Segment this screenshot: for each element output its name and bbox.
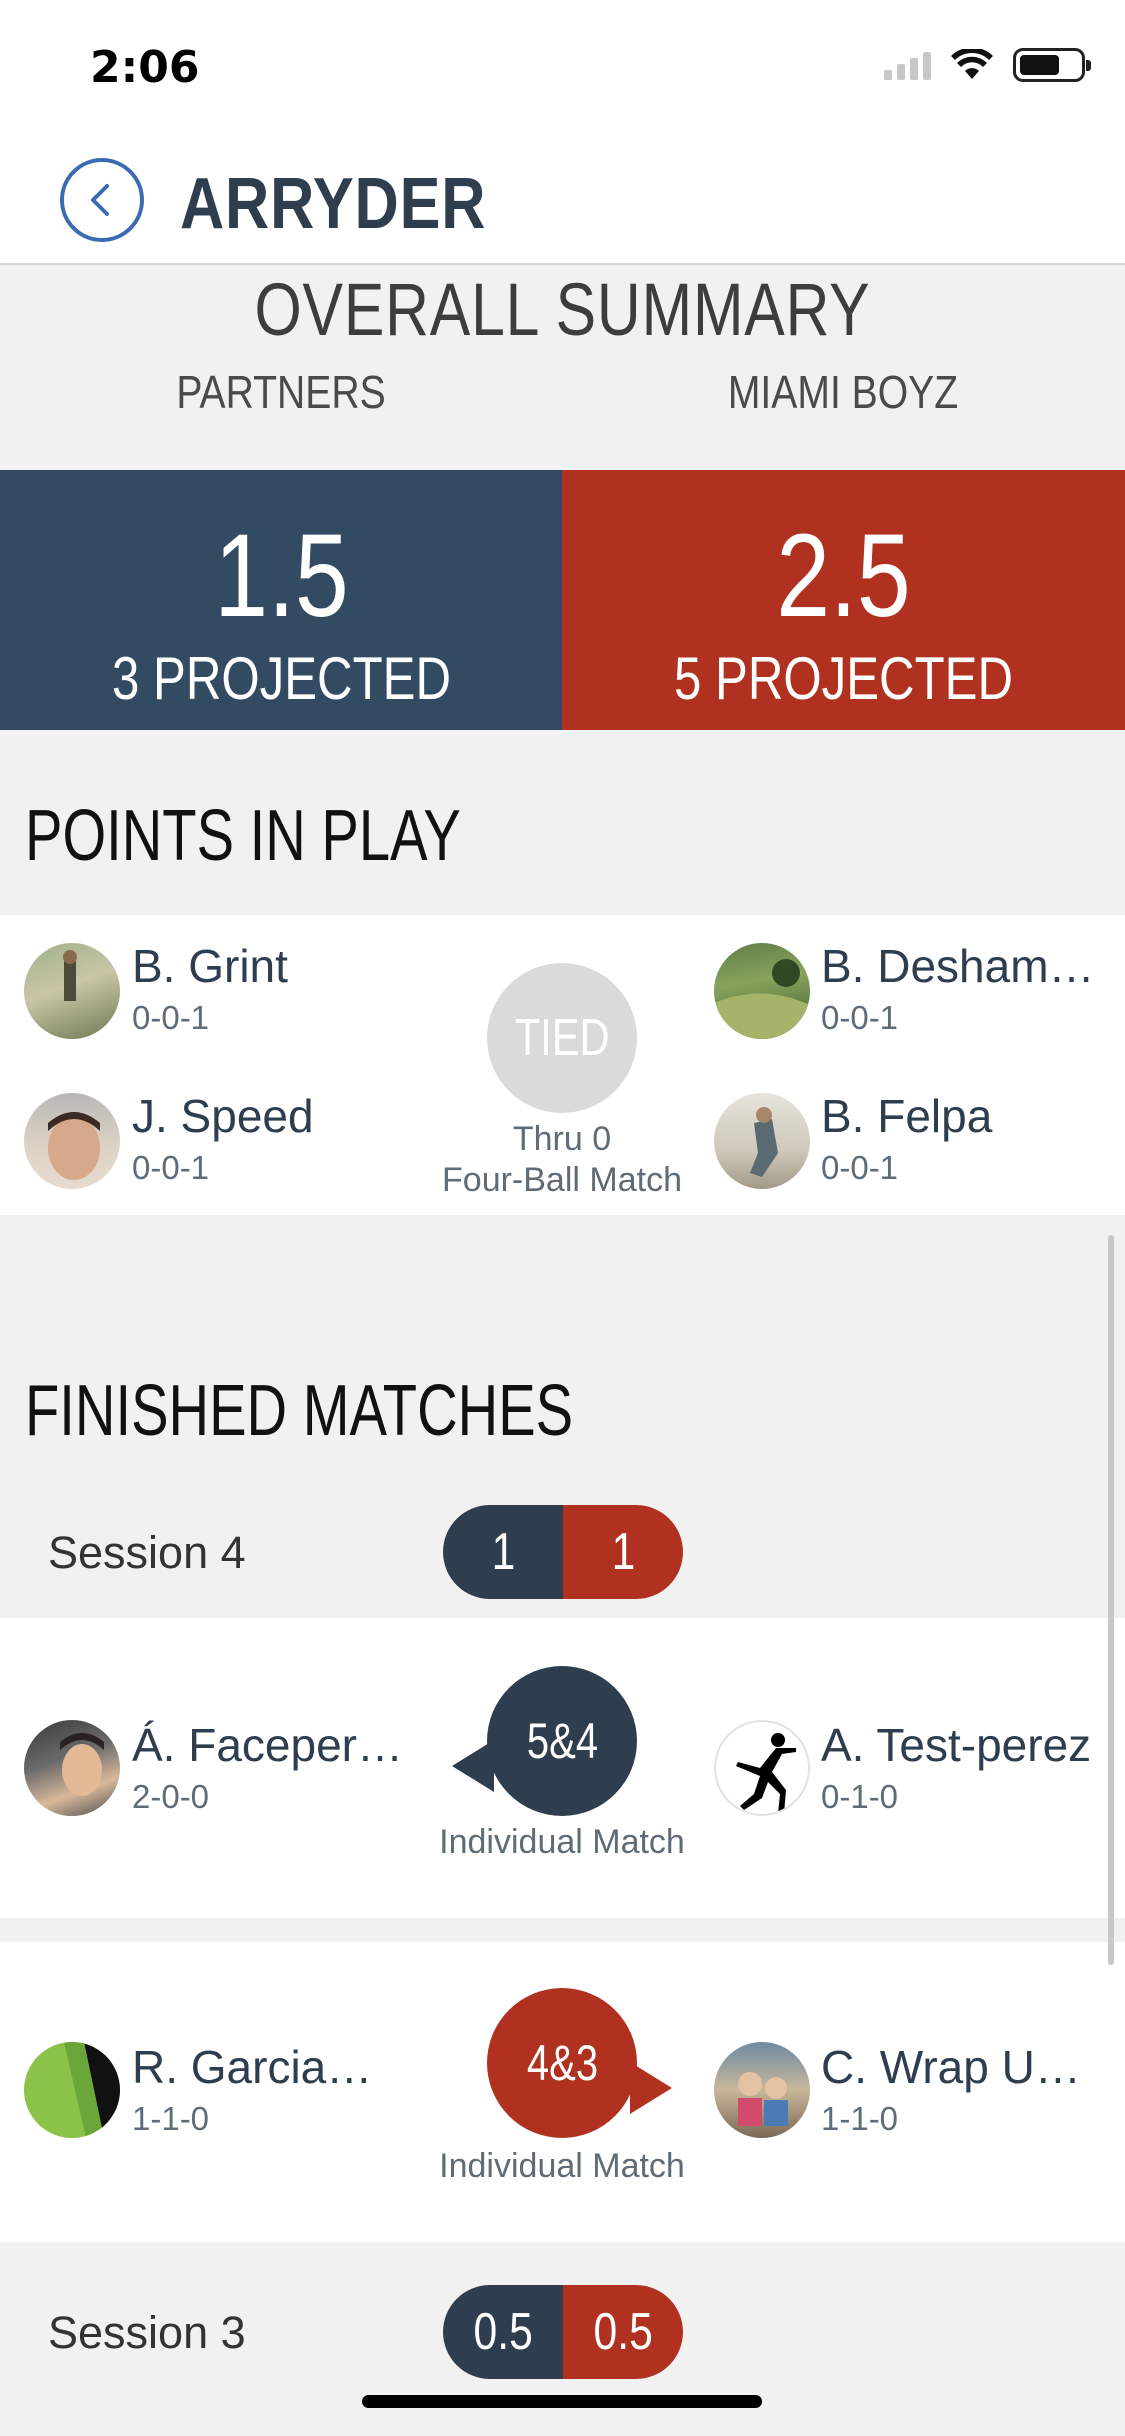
player-name: B. Grint xyxy=(132,940,288,992)
session-score-pill: 1 1 xyxy=(443,1505,683,1599)
winner-pointer-icon xyxy=(630,2062,672,2114)
match-type: Individual Match xyxy=(439,1823,685,1861)
session-label: Session 3 xyxy=(48,2307,246,2358)
finished-match-card[interactable]: R. Garcia… 1-1-0 4&3 Individual Match C.… xyxy=(0,1942,1125,2242)
status-time: 2:06 xyxy=(90,42,200,93)
player-record: 1-1-0 xyxy=(132,2100,210,2137)
team-b-score-panel: 2.5 5 PROJECTED xyxy=(562,470,1125,730)
session-score-team-a: 1 xyxy=(443,1505,563,1599)
session-score-pill: 0.5 0.5 xyxy=(443,2285,683,2379)
status-icons xyxy=(884,48,1091,82)
team-b-projected: 5 PROJECTED xyxy=(673,645,1013,712)
player-avatar xyxy=(24,1720,120,1816)
session-label: Session 4 xyxy=(48,1527,246,1578)
overall-summary: OVERALL SUMMARY PARTNERS MIAMI BOYZ xyxy=(0,265,1125,470)
match-result-badge: 5&4 xyxy=(487,1666,637,1816)
match-thru: Thru 0 xyxy=(512,1120,612,1158)
summary-title: OVERALL SUMMARY xyxy=(254,268,871,351)
player-avatar xyxy=(24,1093,120,1189)
player-avatar xyxy=(24,943,120,1039)
team-a-score-panel: 1.5 3 PROJECTED xyxy=(0,470,563,730)
player-avatar xyxy=(714,943,810,1039)
session-score-team-a: 0.5 xyxy=(443,2285,563,2379)
nav-bar: ARRYDER xyxy=(0,135,1125,265)
team-a-name: PARTNERS xyxy=(176,366,386,418)
player-record: 0-1-0 xyxy=(821,1778,899,1815)
session-score-team-b: 1 xyxy=(563,1505,683,1599)
match-type: Individual Match xyxy=(439,2147,685,2185)
session-row[interactable]: Session 3 0.5 0.5 xyxy=(0,2273,1125,2393)
player-name: C. Wrap U… xyxy=(821,2041,1081,2093)
team-a-score: 1.5 xyxy=(214,510,349,642)
player-record: 0-0-1 xyxy=(821,999,899,1036)
player-record: 0-0-1 xyxy=(132,1149,210,1186)
match-result-badge: 4&3 xyxy=(487,1988,637,2138)
home-indicator[interactable] xyxy=(362,2395,762,2408)
page-title: ARRYDER xyxy=(180,164,487,244)
player-name: J. Speed xyxy=(132,1090,314,1142)
player-name: A. Test-perez xyxy=(821,1719,1092,1771)
player-avatar xyxy=(714,1720,810,1816)
scrollbar[interactable] xyxy=(1108,1235,1114,1965)
status-bar: 2:06 xyxy=(0,0,1125,135)
finished-match-card[interactable]: Á. Faceper… 2-0-0 5&4 Individual Match A… xyxy=(0,1618,1125,1918)
back-button[interactable] xyxy=(60,158,144,242)
points-in-play-heading: POINTS IN PLAY xyxy=(25,796,461,876)
cellular-signal-icon xyxy=(884,50,931,80)
battery-icon xyxy=(1013,48,1091,82)
player-name: Á. Faceper… xyxy=(132,1719,403,1771)
player-avatar xyxy=(714,1093,810,1189)
player-name: B. Desham… xyxy=(821,940,1095,992)
player-record: 1-1-0 xyxy=(821,2100,899,2137)
player-record: 0-0-1 xyxy=(132,999,210,1036)
team-b-name: MIAMI BOYZ xyxy=(727,366,959,418)
player-record: 2-0-0 xyxy=(132,1778,210,1815)
finished-matches-heading: FINISHED MATCHES xyxy=(25,1371,574,1451)
team-b-score: 2.5 xyxy=(776,510,911,642)
player-name: B. Felpa xyxy=(821,1090,993,1142)
player-name: R. Garcia… xyxy=(132,2041,373,2093)
player-avatar xyxy=(24,2042,120,2138)
match-status-badge: TIED xyxy=(487,963,637,1113)
wifi-icon xyxy=(951,49,993,79)
session-row[interactable]: Session 4 1 1 xyxy=(0,1493,1125,1613)
live-match-card[interactable]: B. Grint 0-0-1 J. Speed 0-0-1 TIED Thru … xyxy=(0,915,1125,1215)
session-score-team-b: 0.5 xyxy=(563,2285,683,2379)
team-a-projected: 3 PROJECTED xyxy=(111,645,451,712)
player-record: 0-0-1 xyxy=(821,1149,899,1186)
player-avatar xyxy=(714,2042,810,2138)
chevron-left-icon xyxy=(91,184,109,216)
match-type: Four-Ball Match xyxy=(442,1161,682,1199)
